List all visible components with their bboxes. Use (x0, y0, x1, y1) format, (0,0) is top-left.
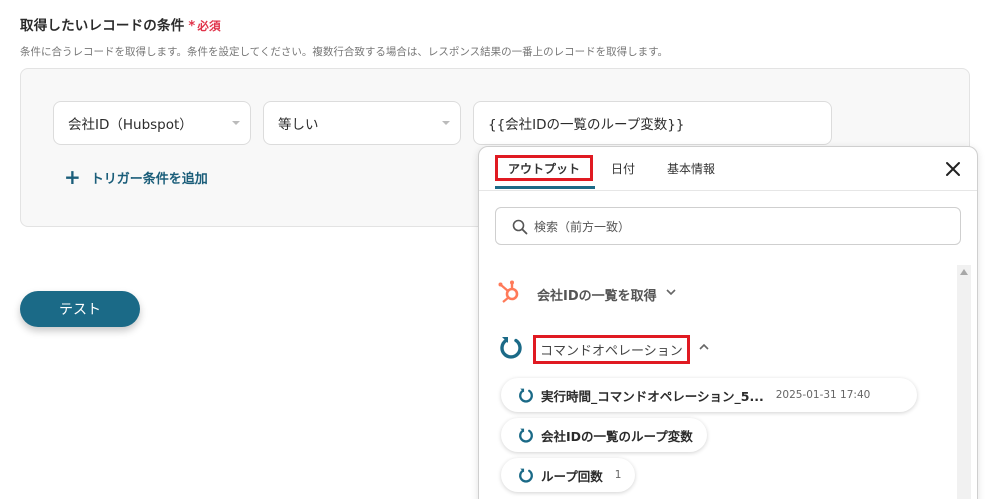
output-picker-panel: アウトプット 日付 基本情報 検索（前方一致） 会社IDの一覧を取得 コマンドオ… (478, 146, 978, 499)
group-command-operation[interactable]: コマンドオペレーション (497, 333, 710, 365)
loop-icon (497, 333, 525, 365)
loop-icon (517, 426, 535, 444)
output-item[interactable]: 会社IDの一覧のループ変数 (501, 418, 707, 452)
output-item-value: 2025-01-31 17:40 (775, 389, 871, 401)
section-title-text: 取得したいレコードの条件 (20, 18, 185, 34)
add-trigger-condition-button[interactable]: + トリガー条件を追加 (64, 167, 208, 187)
output-item[interactable]: 実行時間_コマンドオペレーション_5... 2025-01-31 17:40 (501, 378, 917, 412)
section-title: 取得したいレコードの条件 * 必須 (20, 14, 221, 34)
condition-value-input[interactable]: {{会社IDの一覧のループ変数}} (473, 101, 832, 145)
section-description: 条件に合うレコードを取得します。条件を設定してください。複数行合致する場合は、レ… (20, 46, 669, 58)
scroll-up-arrow-icon[interactable] (960, 269, 968, 275)
group-label: 会社IDの一覧を取得 (537, 288, 657, 304)
panel-tabs: アウトプット 日付 基本情報 (479, 147, 977, 191)
output-item-label: ループ回数 (541, 468, 603, 484)
plus-icon: + (64, 165, 81, 189)
add-trigger-condition-label: トリガー条件を追加 (90, 171, 208, 187)
tab-date[interactable]: 日付 (611, 155, 635, 181)
chevron-up-icon (698, 341, 710, 357)
field-select[interactable]: 会社ID（Hubspot） (53, 101, 251, 145)
field-select-value: 会社ID（Hubspot） (68, 117, 193, 133)
search-input[interactable]: 検索（前方一致） (495, 207, 961, 245)
tab-output[interactable]: アウトプット (495, 155, 593, 181)
close-icon[interactable] (943, 159, 963, 179)
loop-icon (517, 386, 535, 404)
operator-select[interactable]: 等しい (263, 101, 461, 145)
output-item[interactable]: ループ回数 1 (501, 458, 636, 492)
output-item-label: 実行時間_コマンドオペレーション_5... (541, 388, 764, 404)
output-item-label: 会社IDの一覧のループ変数 (541, 428, 693, 444)
chevron-down-icon (665, 286, 677, 302)
active-tab-indicator (495, 186, 595, 189)
operator-select-value: 等しい (278, 117, 319, 133)
caret-down-icon (442, 121, 450, 125)
test-button[interactable]: テスト (20, 291, 140, 327)
tab-basic-info[interactable]: 基本情報 (667, 155, 715, 181)
required-star: * (188, 19, 196, 34)
search-placeholder: 検索（前方一致） (534, 219, 631, 234)
required-label: 必須 (197, 19, 221, 33)
caret-down-icon (232, 121, 240, 125)
group-hubspot-get-list[interactable]: 会社IDの一覧を取得 (497, 279, 677, 309)
loop-icon (517, 466, 535, 484)
search-icon (512, 219, 528, 238)
output-item-value: 1 (614, 469, 622, 481)
hubspot-icon (497, 279, 523, 309)
scrollbar[interactable] (957, 265, 971, 499)
group-label: コマンドオペレーション (533, 334, 690, 364)
